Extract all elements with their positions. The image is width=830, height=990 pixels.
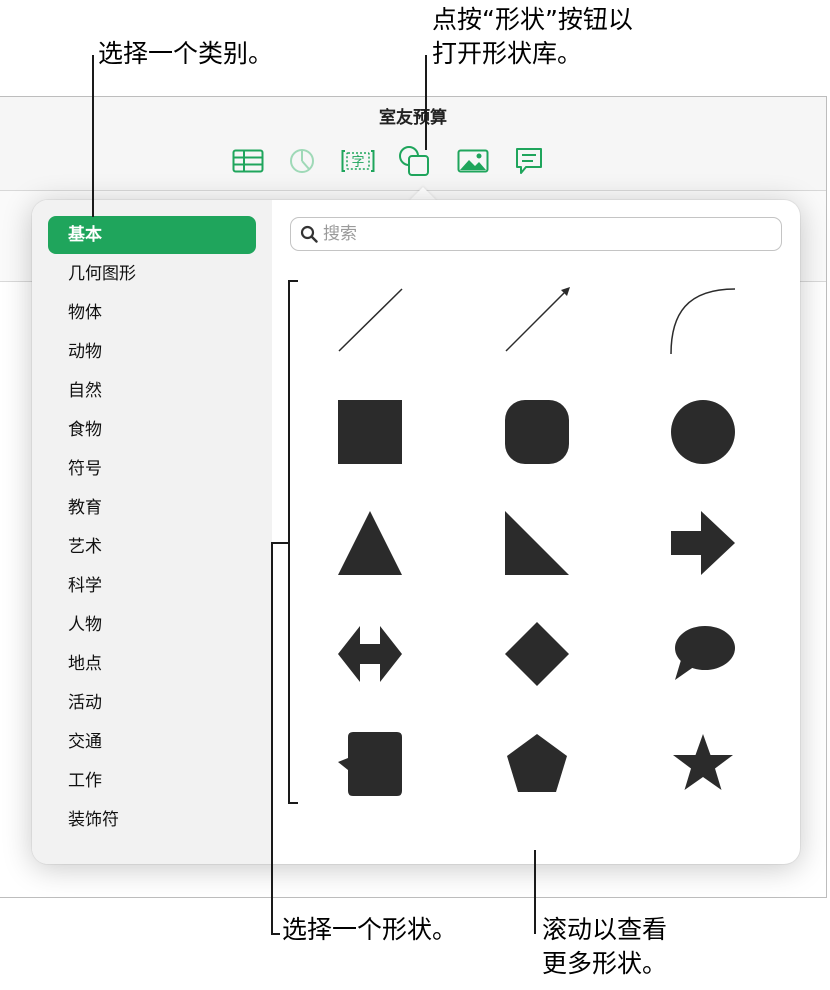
shape-circle[interactable] [667, 396, 739, 468]
popover-arrow [409, 187, 437, 201]
category-item[interactable]: 几何图形 [48, 255, 256, 293]
arrow-line-shape-icon [505, 287, 570, 352]
category-item[interactable]: 食物 [48, 411, 256, 449]
category-item[interactable]: 工作 [48, 762, 256, 800]
shape-line[interactable] [334, 284, 406, 356]
chart-button[interactable] [284, 145, 320, 177]
document-title: 室友预算 [379, 108, 447, 128]
search-input[interactable] [323, 222, 763, 246]
category-item[interactable]: 科学 [48, 567, 256, 605]
shape-arrow-line[interactable] [501, 284, 573, 356]
media-button[interactable] [455, 145, 491, 177]
chart-icon [290, 149, 314, 173]
category-item[interactable]: 动物 [48, 333, 256, 371]
shape-button[interactable] [397, 145, 433, 177]
category-item[interactable]: 装饰符 [48, 801, 256, 839]
line-shape-icon [338, 288, 403, 352]
shape-double-arrow[interactable] [334, 618, 406, 690]
category-sidebar: 基本 几何图形 物体 动物 自然 食物 符号 教育 艺术 科学 人物 地点 活动… [32, 200, 272, 864]
search-icon [300, 225, 318, 243]
text-box-button[interactable]: 字 [340, 145, 376, 177]
shape-rounded-square[interactable] [501, 396, 573, 468]
category-item[interactable]: 地点 [48, 645, 256, 683]
leader-category [92, 55, 94, 217]
shape-triangle[interactable] [334, 507, 406, 579]
category-item[interactable]: 交通 [48, 723, 256, 761]
category-item[interactable]: 艺术 [48, 528, 256, 566]
category-item[interactable]: 教育 [48, 489, 256, 527]
diamond-shape-icon [505, 622, 569, 686]
pentagon-shape-icon [507, 734, 567, 792]
star-shape-icon [673, 734, 733, 790]
callout-scroll-line1: 滚动以查看 [542, 915, 668, 944]
arrow-right-shape-icon [671, 511, 735, 575]
svg-text:字: 字 [351, 155, 364, 170]
media-icon [457, 149, 489, 173]
curve-shape-icon [670, 288, 736, 355]
shape-star[interactable] [667, 728, 739, 800]
speech-bubble-shape-icon [675, 626, 735, 680]
shape-curve[interactable] [667, 284, 739, 356]
category-item[interactable]: 人物 [48, 606, 256, 644]
circle-shape-icon [671, 400, 735, 464]
shape-library-popover: 基本 几何图形 物体 动物 自然 食物 符号 教育 艺术 科学 人物 地点 活动… [32, 200, 800, 864]
shape-search-field[interactable] [290, 217, 782, 251]
category-item[interactable]: 活动 [48, 684, 256, 722]
shape-callout-box[interactable] [334, 728, 406, 800]
shape-right-triangle[interactable] [501, 507, 573, 579]
callout-box-shape-icon [338, 732, 402, 796]
category-item[interactable]: 自然 [48, 372, 256, 410]
category-item[interactable]: 符号 [48, 450, 256, 488]
callout-scroll-line2: 更多形状。 [542, 949, 668, 978]
leader-choose-shape [271, 542, 290, 935]
shape-arrow-right[interactable] [667, 507, 739, 579]
table-button[interactable] [230, 145, 266, 177]
comment-icon [516, 148, 542, 174]
triangle-shape-icon [338, 511, 402, 575]
callout-choose-shape: 选择一个形状。 [282, 915, 458, 944]
square-shape-icon [338, 400, 402, 464]
toolbar: 室友预算 字 [0, 97, 826, 191]
shape-square[interactable] [334, 396, 406, 468]
category-item[interactable]: 物体 [48, 294, 256, 332]
shape-pentagon[interactable] [501, 728, 573, 800]
table-icon [232, 149, 264, 173]
comment-button[interactable] [511, 145, 547, 177]
text-box-icon: 字 [341, 150, 375, 172]
rounded-square-shape-icon [505, 400, 569, 464]
shape-diamond[interactable] [501, 618, 573, 690]
shape-speech-bubble[interactable] [667, 618, 739, 690]
leader-shape-button [425, 55, 427, 150]
callout-shape-button-line2: 打开形状库。 [432, 39, 583, 68]
double-arrow-shape-icon [338, 626, 402, 682]
right-triangle-shape-icon [505, 511, 569, 575]
leader-scroll [534, 850, 536, 934]
category-item[interactable]: 基本 [48, 216, 256, 254]
callout-shape-button-line1: 点按“形状”按钮以 [432, 5, 633, 34]
callout-choose-category: 选择一个类别。 [98, 39, 274, 68]
